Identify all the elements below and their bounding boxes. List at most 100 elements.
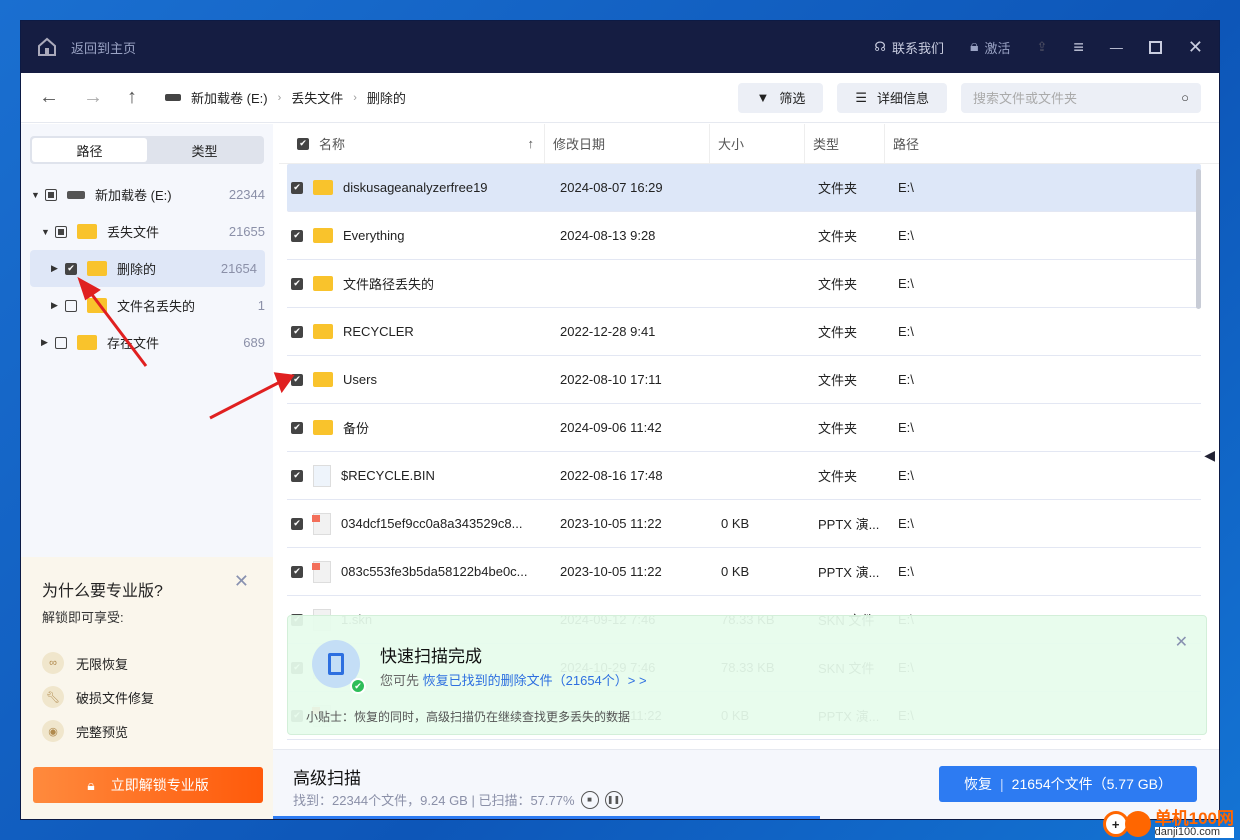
scan-status: 找到：22344个文件，9.24 GB | 已扫描：57.77%	[293, 793, 575, 808]
search-icon[interactable]: ○	[1181, 90, 1189, 105]
row-checkbox[interactable]: ✔	[291, 181, 303, 194]
header-date[interactable]: 修改日期	[544, 124, 709, 163]
maximize-icon[interactable]	[1148, 40, 1162, 54]
filter-button[interactable]: ▼ 筛选	[738, 82, 824, 113]
file-path: E:\	[898, 420, 914, 435]
forward-icon[interactable]: →	[83, 86, 103, 109]
file-path: E:\	[898, 324, 914, 339]
recover-button[interactable]: 恢复 | 21654个文件（5.77 GB）	[939, 766, 1197, 802]
checkbox[interactable]: ✔	[65, 262, 77, 275]
advanced-scan-title: 高级扫描	[293, 769, 361, 788]
row-checkbox[interactable]: ✔	[291, 421, 303, 434]
file-path: E:\	[898, 180, 914, 195]
activate-label: 激活	[984, 40, 1011, 56]
table-row[interactable]: ✔ 备份 2024-09-06 11:42 文件夹 E:\	[287, 404, 1201, 452]
title-bar: 返回到主页 ☊ 联系我们 🔒︎ 激活 ⇪ ≡ — ✕	[21, 21, 1219, 73]
expand-icon[interactable]: ▶	[51, 300, 65, 311]
table-row[interactable]: ✔ Users 2022-08-10 17:11 文件夹 E:\	[287, 356, 1201, 404]
tree-item-nameless[interactable]: ▶ 文件名丢失的 1	[21, 287, 273, 324]
file-name: Users	[343, 372, 377, 387]
recycle-bin-icon	[313, 464, 331, 487]
expand-icon[interactable]: ▼	[41, 227, 55, 237]
sidebar: 路径 类型 ▼ 新加载卷 (E:) 22344 ▼ 丢失文件 21655 ▶ ✔ 删除的 21…	[21, 124, 273, 819]
select-all-checkbox[interactable]: ✔	[297, 137, 309, 150]
expand-icon[interactable]: ▶	[51, 263, 65, 274]
breadcrumb-item[interactable]: 新加载卷 (E:)	[191, 88, 268, 107]
recover-label: 恢复	[964, 776, 993, 792]
expand-icon[interactable]: ▼	[31, 190, 45, 200]
contact-button[interactable]: ☊ 联系我们	[874, 38, 944, 57]
table-row[interactable]: ✔ $RECYCLE.BIN 2022-08-16 17:48 文件夹 E:\	[287, 452, 1201, 500]
tree-item-lost[interactable]: ▼ 丢失文件 21655	[21, 213, 273, 250]
tree-count: 21655	[228, 224, 265, 239]
table-row[interactable]: ✔ Everything 2024-08-13 9:28 文件夹 E:\	[287, 212, 1201, 260]
breadcrumb-item[interactable]: 删除的	[367, 88, 406, 107]
table-row[interactable]: ✔ RECYCLER 2022-12-28 9:41 文件夹 E:\	[287, 308, 1201, 356]
table-row[interactable]: ✔ 034dcf15ef9cc0a8a343529c8... 2023-10-05 …	[287, 500, 1201, 548]
header-label: 名称	[319, 137, 346, 152]
close-icon[interactable]: ✕	[1188, 37, 1203, 58]
toolbar: ← → ↑ 新加载卷 (E:) › 丢失文件 › 删除的 ▼ 筛选 ☰ 详细信息 搜索文…	[21, 73, 1219, 123]
tree-item-drive[interactable]: ▼ 新加载卷 (E:) 22344	[21, 176, 273, 213]
collapse-panel-icon[interactable]: ◀	[1204, 447, 1215, 464]
tree-count: 21654	[220, 261, 257, 276]
minimize-icon[interactable]: —	[1110, 40, 1123, 55]
search-input[interactable]: 搜索文件或文件夹 ○	[961, 82, 1201, 113]
row-checkbox[interactable]: ✔	[291, 229, 303, 242]
row-checkbox[interactable]: ✔	[291, 277, 303, 290]
expand-icon[interactable]: ▶	[41, 337, 55, 348]
table-row[interactable]: ✔ diskusageanalyzerfree19 2024-08-07 16:29…	[287, 164, 1201, 212]
file-path: E:\	[898, 276, 914, 291]
header-name[interactable]: ✔ 名称 ↑	[279, 124, 544, 163]
file-path: E:\	[898, 564, 914, 579]
share-icon[interactable]: ⇪	[1036, 39, 1047, 55]
tree-label: 删除的	[117, 262, 157, 277]
scrollbar[interactable]	[1196, 169, 1201, 309]
breadcrumb-item[interactable]: 丢失文件	[291, 88, 343, 107]
header-size[interactable]: 大小	[709, 124, 804, 163]
checkbox[interactable]	[55, 225, 67, 238]
row-checkbox[interactable]: ✔	[291, 325, 303, 338]
activate-button[interactable]: 🔒︎ 激活	[970, 38, 1011, 57]
checkbox[interactable]	[65, 299, 77, 312]
table-row[interactable]: ✔ 文件路径丢失的 文件夹 E:\	[287, 260, 1201, 308]
folder-icon	[77, 335, 97, 350]
details-button[interactable]: ☰ 详细信息	[837, 82, 947, 113]
file-type: PPTX 演...	[818, 517, 880, 532]
toast-title: 快速扫描完成	[380, 647, 482, 666]
tree-count: 689	[243, 335, 265, 350]
row-checkbox[interactable]: ✔	[291, 517, 303, 530]
recover-deleted-link[interactable]: 恢复已找到的删除文件（21654个）> >	[423, 673, 647, 688]
unlock-pro-button[interactable]: 🔒︎ 立即解锁专业版	[33, 767, 263, 803]
toast-prefix: 您可先	[380, 673, 420, 688]
tab-path[interactable]: 路径	[32, 138, 147, 162]
tab-type[interactable]: 类型	[147, 138, 262, 162]
stop-icon[interactable]: ■	[580, 790, 599, 809]
menu-icon[interactable]: ≡	[1073, 37, 1084, 58]
file-name: 备份	[343, 421, 370, 436]
row-checkbox[interactable]: ✔	[291, 565, 303, 578]
close-promo-icon[interactable]: ✕	[234, 571, 249, 592]
header-type[interactable]: 类型	[804, 124, 884, 163]
pause-icon[interactable]: ❚❚	[604, 790, 623, 809]
file-path: E:\	[898, 372, 914, 387]
home-button[interactable]: 返回到主页	[37, 37, 136, 57]
file-name: 083c553fe3b5da58122b4be0c...	[341, 564, 528, 579]
checkbox[interactable]	[55, 336, 67, 349]
checkbox[interactable]	[45, 188, 57, 201]
back-icon[interactable]: ←	[39, 86, 59, 109]
file-date: 2024-08-07 16:29	[560, 180, 663, 195]
up-icon[interactable]: ↑	[127, 86, 137, 109]
tree-item-existing[interactable]: ▶ 存在文件 689	[21, 324, 273, 361]
header-path[interactable]: 路径	[884, 124, 1219, 163]
row-checkbox[interactable]: ✔	[291, 469, 303, 482]
feature-label: 完整预览	[76, 724, 129, 740]
file-type: 文件夹	[818, 325, 858, 340]
scan-progress-track	[273, 816, 1219, 819]
table-row[interactable]: ✔ 083c553fe3b5da58122b4be0c... 2023-10-05 …	[287, 548, 1201, 596]
row-checkbox[interactable]: ✔	[291, 373, 303, 386]
bottom-bar: 高级扫描 找到：22344个文件，9.24 GB | 已扫描：57.77% ■ ❚❚…	[273, 749, 1219, 819]
tree-item-deleted[interactable]: ▶ ✔ 删除的 21654	[30, 250, 265, 287]
promo-subtitle: 解锁即可享受:	[42, 610, 124, 625]
close-toast-icon[interactable]: ✕	[1175, 632, 1188, 652]
